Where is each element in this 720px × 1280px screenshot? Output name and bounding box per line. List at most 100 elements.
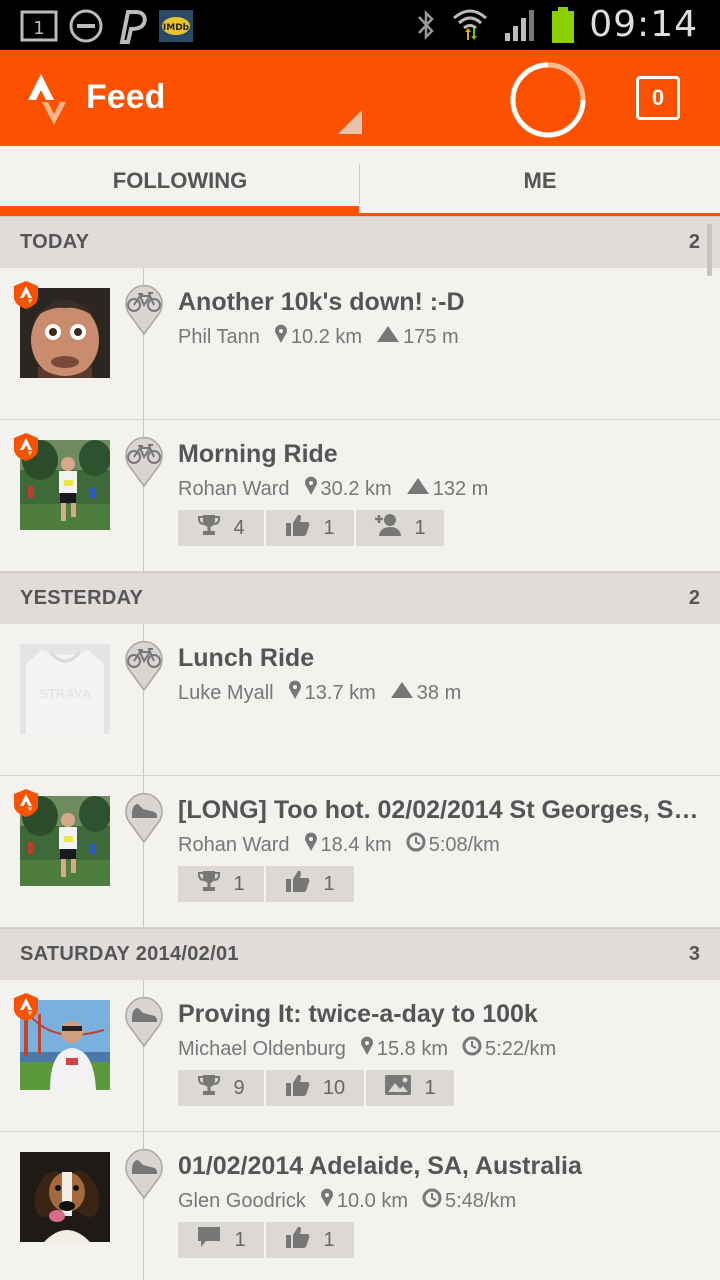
activity-feed[interactable]: TODAY 2 Another 10k's down! :-D Phil Tann 10… [0,216,720,1280]
pandora-icon [119,10,147,44]
comment-count: 1 [234,1228,246,1251]
thumbs-up-icon [285,513,311,543]
location-icon [274,324,288,350]
avatar-text: STRAVA [39,686,91,701]
section-label: TODAY [20,231,90,253]
athlete-name[interactable]: Luke Myall [178,682,274,705]
ride-icon [124,638,164,697]
notification-count-button[interactable]: 0 [636,76,680,120]
add-athlete-chip[interactable]: 1 [356,510,444,546]
activity-row[interactable]: STRAVA Lunch Ride Luke Myall 13.7 km 38 m [0,624,720,776]
elevation-icon [376,325,400,349]
activity-title[interactable]: Lunch Ride [178,644,714,673]
activity-row[interactable]: 01/02/2014 Adelaide, SA, Australia Glen G… [0,1132,720,1280]
athlete-name[interactable]: Phil Tann [178,326,260,349]
activity-stats-bar: 11 [178,1222,354,1258]
run-icon [124,790,164,849]
trophy-icon [197,1073,221,1103]
distance-stat: 30.2 km [304,476,392,502]
svg-text:1: 1 [33,18,44,39]
activity-row[interactable]: Another 10k's down! :-D Phil Tann 10.2 km 1… [0,268,720,420]
thumbs-up-chip[interactable]: 1 [266,510,354,546]
trophy-chip[interactable]: 4 [178,510,264,546]
trophy-chip[interactable]: 9 [178,1070,264,1106]
photo-chip[interactable]: 1 [366,1070,454,1106]
distance-value: 15.8 km [376,1037,449,1060]
thumbs-up-chip[interactable]: 10 [266,1070,364,1106]
athlete-name[interactable]: Glen Goodrick [178,1190,306,1213]
activity-summary: Glen Goodrick 10.0 km 5:48/km [178,1188,516,1214]
comment-chip[interactable]: 1 [178,1222,264,1258]
elevation-value: 38 m [416,681,462,704]
pace-value: 5:08/km [428,833,500,856]
thumbs-up-chip[interactable]: 1 [266,1222,354,1258]
athlete-name[interactable]: Michael Oldenburg [178,1038,346,1061]
tab-bar: FOLLOWING ME [0,146,720,216]
location-icon [320,1188,334,1214]
trophy-icon [197,513,221,543]
add-athlete-icon [374,513,402,543]
activity-title[interactable]: 01/02/2014 Adelaide, SA, Australia [178,1152,714,1181]
section-header: TODAY 2 [0,216,720,268]
svg-text:IMDb: IMDb [163,23,190,33]
sim-icon: 1 [20,10,58,42]
section-count: 2 [688,231,700,253]
distance-stat: 15.8 km [360,1036,448,1062]
strava-logo-icon[interactable] [24,70,68,126]
activity-title[interactable]: Another 10k's down! :-D [178,288,714,317]
section-count: 2 [688,587,700,609]
activity-stats-bar: 9 10 1 [178,1070,454,1106]
distance-value: 18.4 km [320,833,392,856]
battery-icon [552,6,575,43]
thumbs-up-chip[interactable]: 1 [266,866,354,902]
location-icon [288,680,302,706]
scrollbar[interactable] [707,224,712,276]
block-icon [69,9,103,43]
dropdown-corner-icon[interactable] [338,110,362,134]
trophy-chip[interactable]: 1 [178,866,264,902]
athlete-avatar[interactable] [20,1152,110,1242]
page-title[interactable]: Feed [86,78,165,117]
activity-row[interactable]: Proving It: twice-a-day to 100k Michael O… [0,980,720,1132]
activity-summary: Michael Oldenburg 15.8 km 5:22/km [178,1036,556,1062]
section-header: SATURDAY 2014/02/01 3 [0,928,720,980]
athlete-avatar[interactable]: STRAVA [20,644,110,734]
clock-icon [462,1036,482,1062]
distance-value: 10.0 km [336,1189,408,1212]
thumbs-up-count: 1 [323,516,335,539]
trophy-icon [197,869,221,899]
athlete-name[interactable]: Rohan Ward [178,478,290,501]
activity-row[interactable]: Morning Ride Rohan Ward 30.2 km 132 m 4 1 1 [0,420,720,572]
activity-title[interactable]: Proving It: twice-a-day to 100k [178,1000,714,1029]
pace-stat: 5:22/km [462,1036,556,1062]
pace-value: 5:48/km [445,1189,517,1212]
pace-value: 5:22/km [485,1037,557,1060]
distance-stat: 10.0 km [320,1188,408,1214]
clock-icon [422,1188,442,1214]
activity-summary: Phil Tann 10.2 km 175 m [178,324,459,350]
activity-stats-bar: 11 [178,866,354,902]
section-label: SATURDAY 2014/02/01 [20,943,239,965]
photo-count: 1 [424,1076,436,1099]
activity-title[interactable]: Morning Ride [178,440,714,469]
section-header: YESTERDAY 2 [0,572,720,624]
pace-stat: 5:08/km [406,832,500,858]
comment-icon [196,1225,222,1255]
elevation-stat: 175 m [376,325,459,349]
thumbs-up-icon [285,1073,311,1103]
thumbs-up-count: 10 [322,1076,346,1099]
athlete-name[interactable]: Rohan Ward [178,834,290,857]
section-label: YESTERDAY [20,587,144,609]
trophy-count: 1 [233,872,245,895]
premium-badge-icon [12,432,40,467]
thumbs-up-icon [285,1225,311,1255]
activity-row[interactable]: [LONG] Too hot. 02/02/2014 St Georges, S… [0,776,720,928]
activity-title[interactable]: [LONG] Too hot. 02/02/2014 St Georges, S… [178,796,714,825]
run-icon [124,994,164,1053]
elevation-value: 132 m [432,477,489,500]
premium-badge-icon [12,280,40,315]
signal-icon [505,9,535,41]
loading-spinner-icon [510,62,586,138]
activity-summary: Luke Myall 13.7 km 38 m [178,680,461,706]
tab-me[interactable]: ME [360,146,720,216]
